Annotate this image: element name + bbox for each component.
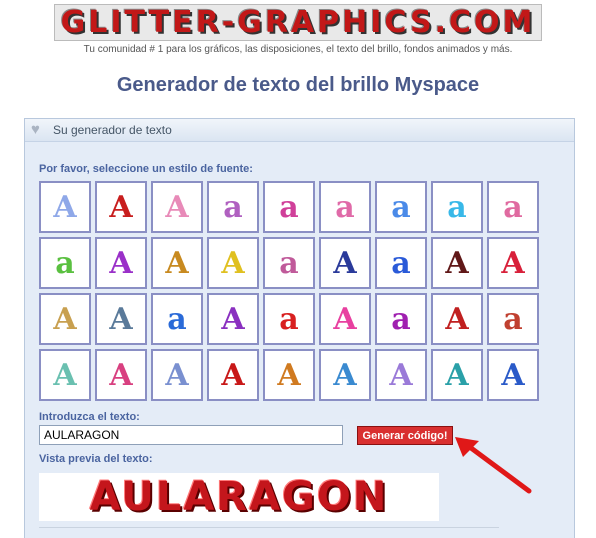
font-style-glyph: a	[223, 189, 243, 225]
font-style-glyph: a	[447, 189, 467, 225]
font-style-glyph: a	[391, 189, 411, 225]
font-style-option[interactable]: A	[207, 349, 259, 401]
font-style-glyph: A	[53, 357, 77, 393]
font-style-option[interactable]: A	[95, 349, 147, 401]
heart-icon: ♥	[31, 121, 40, 138]
font-style-option[interactable]: a	[319, 181, 371, 233]
generate-code-button[interactable]: Generar código!	[357, 426, 453, 445]
font-style-option[interactable]: A	[263, 349, 315, 401]
font-style-glyph: A	[221, 245, 245, 281]
font-style-glyph: a	[279, 301, 299, 337]
font-style-glyph: a	[503, 301, 523, 337]
font-style-glyph: a	[167, 301, 187, 337]
font-style-option[interactable]: a	[151, 293, 203, 345]
text-input[interactable]	[39, 425, 343, 445]
font-style-option[interactable]: a	[375, 181, 427, 233]
red-arrow-icon	[455, 437, 532, 494]
font-style-option[interactable]: a	[487, 293, 539, 345]
font-style-option[interactable]: A	[319, 349, 371, 401]
font-style-glyph: A	[53, 301, 77, 337]
font-style-grid: AAAaaaaaaaAAAaAaAAAAaAaAaAaAAAAAAAAA	[39, 181, 539, 401]
font-style-option[interactable]: A	[319, 293, 371, 345]
font-style-option[interactable]: a	[375, 237, 427, 289]
font-style-option[interactable]: A	[207, 237, 259, 289]
font-style-glyph: a	[55, 245, 75, 281]
font-style-glyph: A	[221, 357, 245, 393]
font-style-option[interactable]: A	[431, 237, 483, 289]
font-style-option[interactable]: A	[319, 237, 371, 289]
font-style-option[interactable]: a	[431, 181, 483, 233]
font-style-glyph: A	[333, 357, 357, 393]
font-style-glyph: A	[221, 301, 245, 337]
font-style-glyph: A	[109, 189, 133, 225]
font-style-option[interactable]: A	[39, 293, 91, 345]
font-style-option[interactable]: A	[95, 237, 147, 289]
font-style-glyph: A	[445, 245, 469, 281]
font-style-glyph: A	[165, 189, 189, 225]
font-style-label: Por favor, seleccione un estilo de fuent…	[39, 163, 253, 175]
font-style-option[interactable]: a	[375, 293, 427, 345]
font-style-glyph: A	[109, 357, 133, 393]
font-style-option[interactable]: A	[39, 349, 91, 401]
font-style-option[interactable]: A	[151, 237, 203, 289]
font-style-option[interactable]: A	[431, 349, 483, 401]
font-style-glyph: A	[165, 357, 189, 393]
font-style-option[interactable]: a	[263, 293, 315, 345]
font-style-option[interactable]: a	[207, 181, 259, 233]
font-style-glyph: A	[445, 301, 469, 337]
font-style-option[interactable]: A	[151, 349, 203, 401]
panel-header: ♥ Su generador de texto	[25, 119, 574, 142]
text-generator-panel: ♥ Su generador de texto Por favor, selec…	[24, 118, 575, 538]
page-title: Generador de texto del brillo Myspace	[116, 74, 480, 96]
font-style-option[interactable]: A	[95, 181, 147, 233]
logo-text[interactable]: GLITTER-GRAPHICS.COM	[53, 4, 543, 41]
font-style-glyph: A	[165, 245, 189, 281]
font-style-glyph: A	[333, 245, 357, 281]
font-style-option[interactable]: A	[375, 349, 427, 401]
font-style-glyph: A	[333, 301, 357, 337]
divider	[39, 527, 499, 528]
tagline: Tu comunidad # 1 para los gráficos, las …	[83, 44, 513, 55]
font-style-option[interactable]: A	[39, 181, 91, 233]
font-style-option[interactable]: A	[487, 349, 539, 401]
preview-label: Vista previa del texto:	[39, 453, 153, 465]
font-style-glyph: a	[279, 245, 299, 281]
font-style-glyph: a	[391, 301, 411, 337]
font-style-option[interactable]: A	[95, 293, 147, 345]
font-style-glyph: A	[277, 357, 301, 393]
site-logo[interactable]: GLITTER-GRAPHICS.COM	[0, 4, 596, 41]
font-style-glyph: A	[501, 357, 525, 393]
font-style-option[interactable]: a	[487, 181, 539, 233]
font-style-glyph: A	[53, 189, 77, 225]
font-style-option[interactable]: A	[487, 237, 539, 289]
input-label: Introduzca el texto:	[39, 411, 140, 423]
font-style-glyph: A	[389, 357, 413, 393]
preview-text: AULARAGON	[89, 474, 389, 520]
font-style-option[interactable]: a	[39, 237, 91, 289]
font-style-option[interactable]: A	[151, 181, 203, 233]
panel-title: Su generador de texto	[53, 123, 172, 137]
font-style-glyph: a	[391, 245, 411, 281]
font-style-option[interactable]: a	[263, 181, 315, 233]
font-style-glyph: A	[109, 245, 133, 281]
font-style-glyph: a	[279, 189, 299, 225]
font-style-option[interactable]: A	[207, 293, 259, 345]
font-style-option[interactable]: A	[431, 293, 483, 345]
font-style-glyph: a	[503, 189, 523, 225]
font-style-glyph: A	[501, 245, 525, 281]
text-preview: AULARAGON	[39, 473, 439, 521]
font-style-glyph: A	[445, 357, 469, 393]
font-style-glyph: a	[335, 189, 355, 225]
font-style-glyph: A	[109, 301, 133, 337]
font-style-option[interactable]: a	[263, 237, 315, 289]
